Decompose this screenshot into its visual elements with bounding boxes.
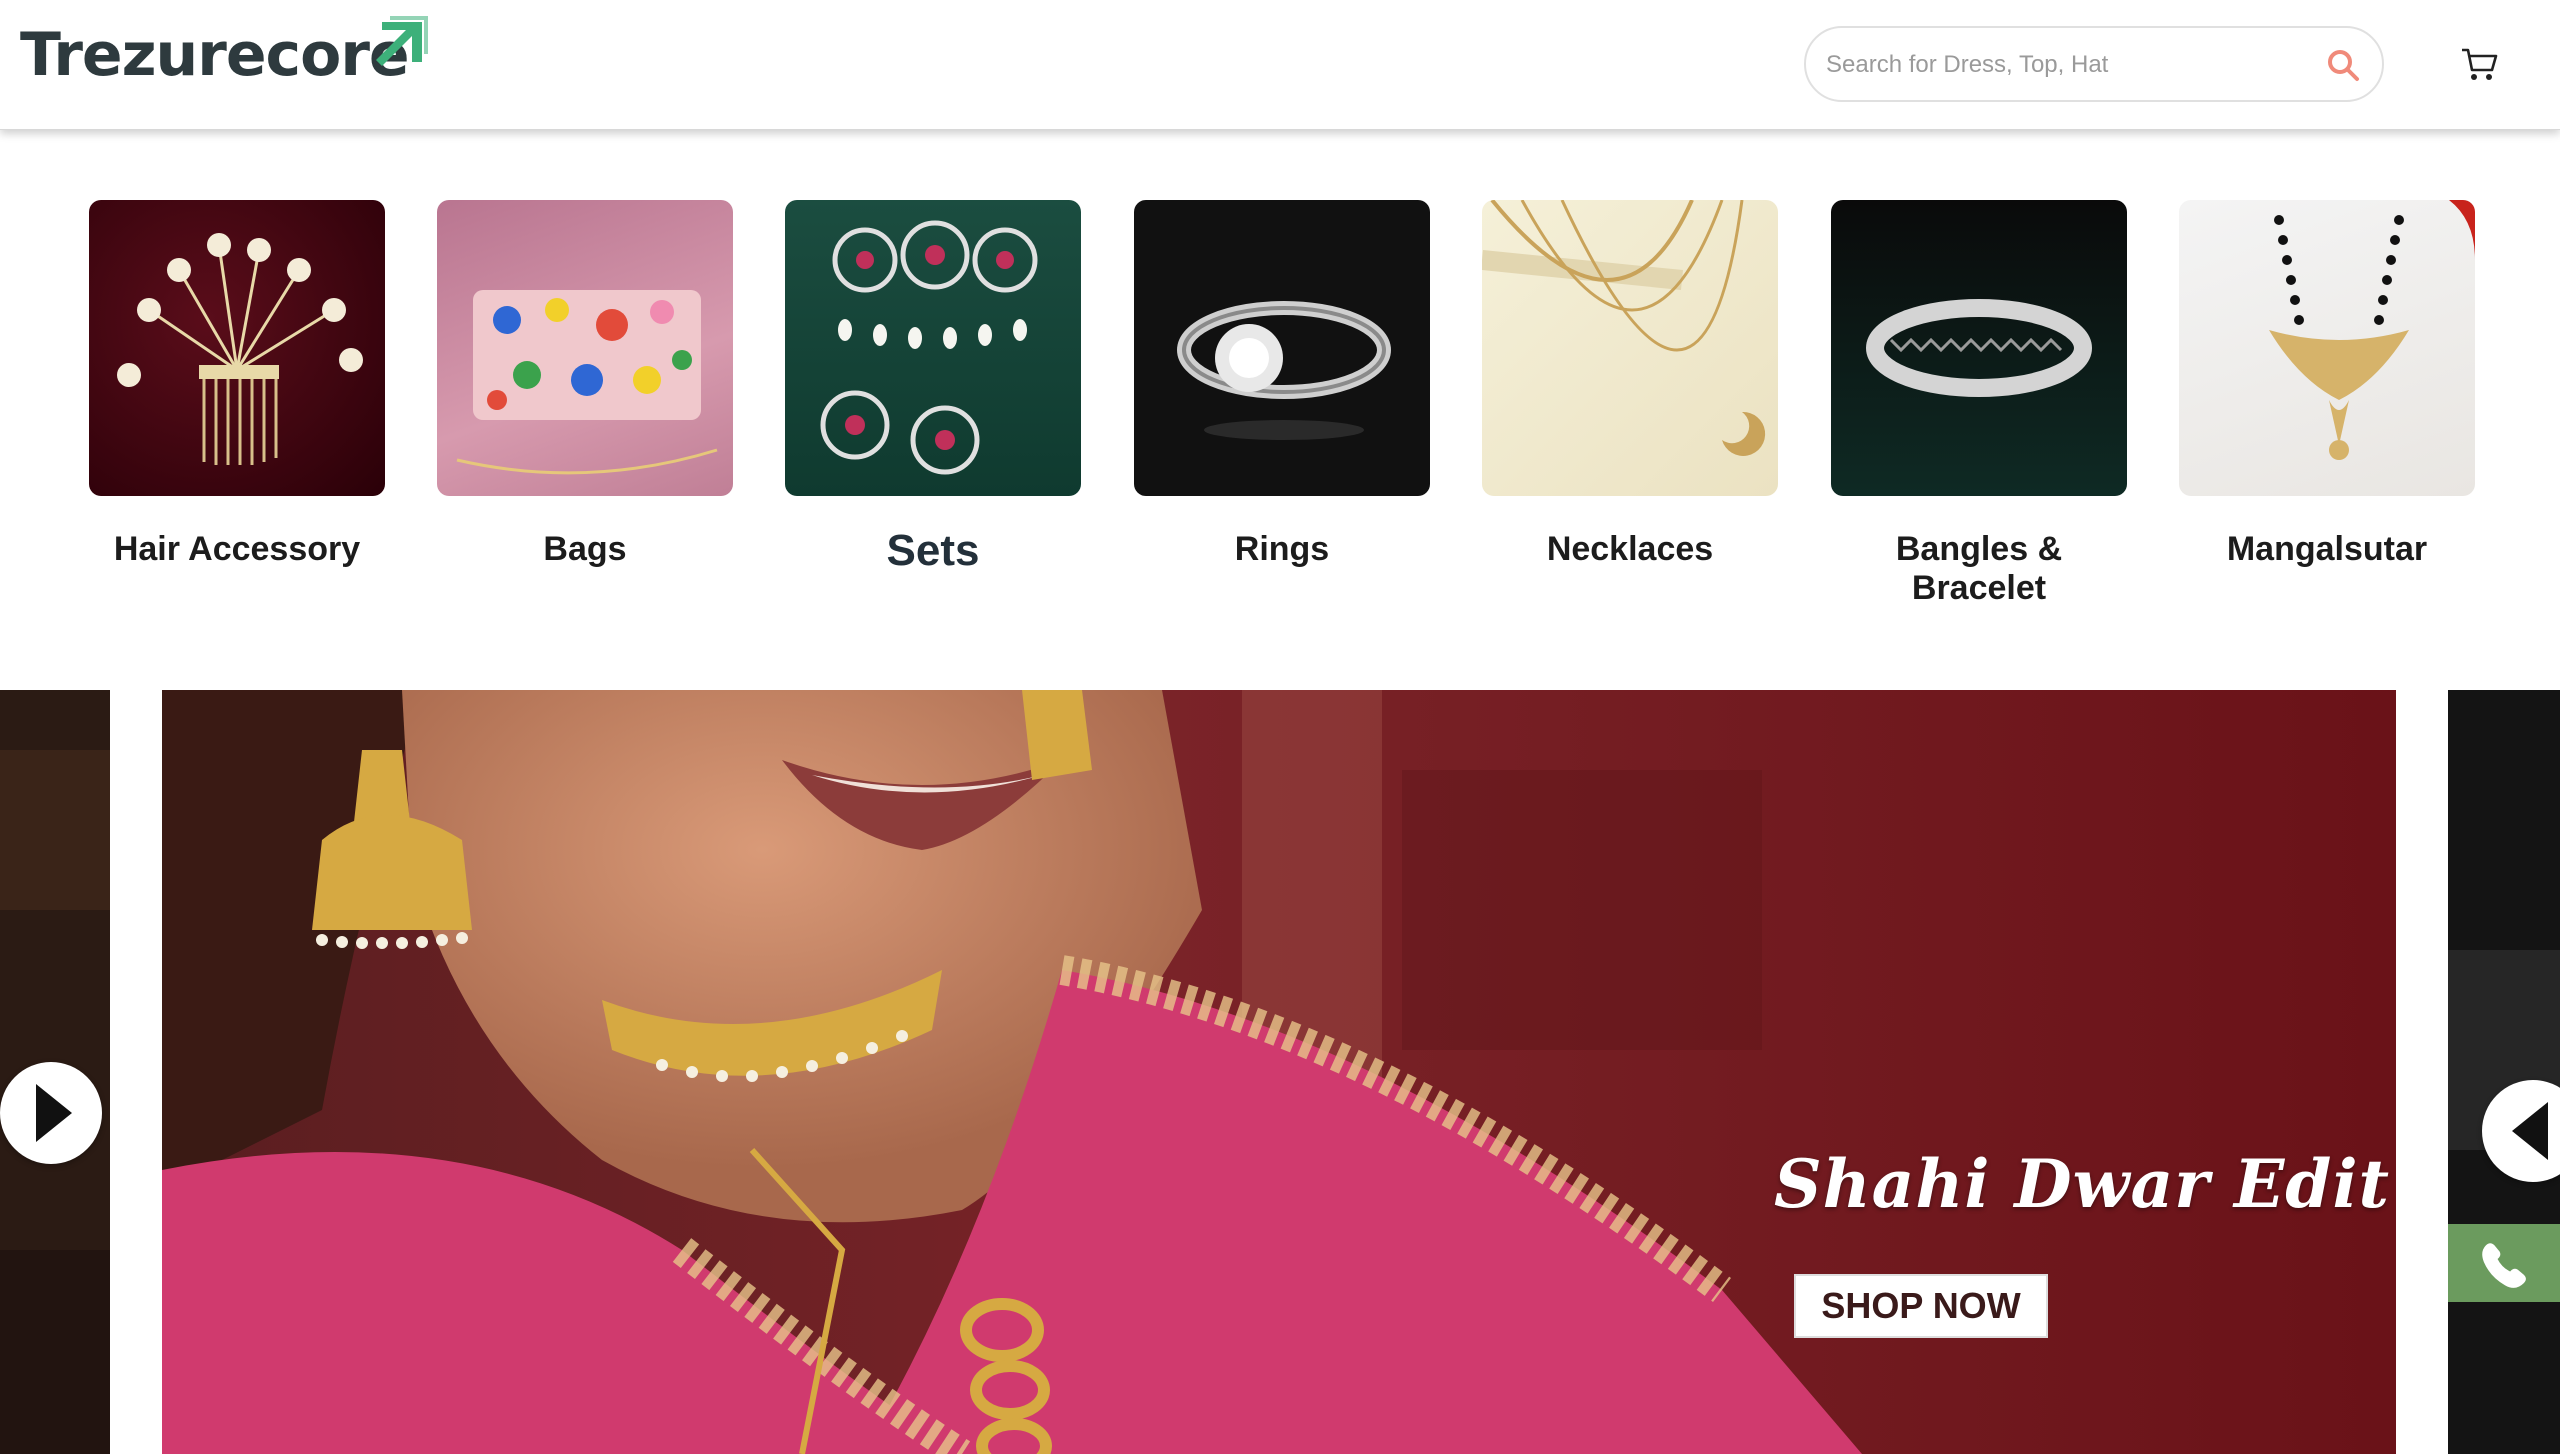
carousel-prev-button[interactable] — [0, 1062, 102, 1164]
category-sets[interactable]: Sets — [785, 200, 1081, 575]
cart-icon[interactable] — [2460, 46, 2498, 82]
category-hair-accessory[interactable]: Hair Accessory — [89, 200, 385, 568]
logo-text: Trezurecore — [20, 20, 410, 90]
search-icon[interactable] — [2326, 48, 2360, 82]
category-mangalsutar[interactable]: Mangalsutar — [2179, 200, 2475, 568]
category-label: Necklaces — [1546, 530, 1714, 568]
shop-now-button[interactable]: SHOP NOW — [1794, 1274, 2048, 1338]
category-image[interactable] — [1831, 200, 2127, 496]
hero-next-slide-peek — [2448, 690, 2560, 1454]
category-bags[interactable]: Bags — [437, 200, 733, 568]
ring-icon — [1177, 301, 1391, 440]
play-right-icon — [36, 1084, 72, 1142]
logo[interactable]: Trezurecore — [20, 16, 428, 90]
category-necklaces[interactable]: Necklaces — [1482, 200, 1778, 568]
hair-comb-icon — [117, 233, 363, 465]
jewelry-set-icon — [820, 220, 1038, 475]
category-image[interactable] — [437, 200, 733, 496]
search-input[interactable] — [1826, 40, 2296, 90]
category-image[interactable] — [1482, 200, 1778, 496]
category-image[interactable] — [785, 200, 1081, 496]
category-rings[interactable]: Rings — [1134, 200, 1430, 568]
clutch-bag-icon — [456, 290, 718, 475]
necklace-icon — [1482, 200, 1766, 456]
category-image[interactable] — [2179, 200, 2475, 496]
category-label: Hair Accessory — [113, 530, 361, 568]
play-left-icon — [2512, 1102, 2548, 1160]
hero-image — [162, 690, 2396, 1454]
category-label: Bags — [543, 530, 627, 568]
call-button[interactable] — [2448, 1224, 2560, 1302]
category-label: Rings — [1234, 530, 1330, 568]
category-image[interactable] — [1134, 200, 1430, 496]
category-image[interactable] — [89, 200, 385, 496]
search-box — [1804, 26, 2384, 102]
category-label: Sets — [886, 526, 980, 575]
category-bangles-bracelet[interactable]: Bangles & Bracelet — [1831, 200, 2127, 607]
site-header: Trezurecore — [0, 0, 2560, 130]
logo-arrow-icon — [376, 16, 428, 66]
hero-banner[interactable]: Shahi Dwar Edit SHOP NOW — [162, 690, 2396, 1454]
carousel-next-button[interactable] — [2482, 1080, 2560, 1182]
category-label: Bangles & Bracelet — [1895, 530, 2063, 607]
phone-icon — [2482, 1243, 2526, 1288]
category-label: Mangalsutar — [2226, 530, 2428, 568]
bracelet-icon — [1866, 299, 2092, 397]
hero-title: Shahi Dwar Edit — [1773, 1145, 2391, 1223]
category-carousel: Hair Accessory Bags Sets Rings Necklaces… — [0, 200, 2560, 819]
mangalsutra-icon — [2269, 200, 2475, 460]
